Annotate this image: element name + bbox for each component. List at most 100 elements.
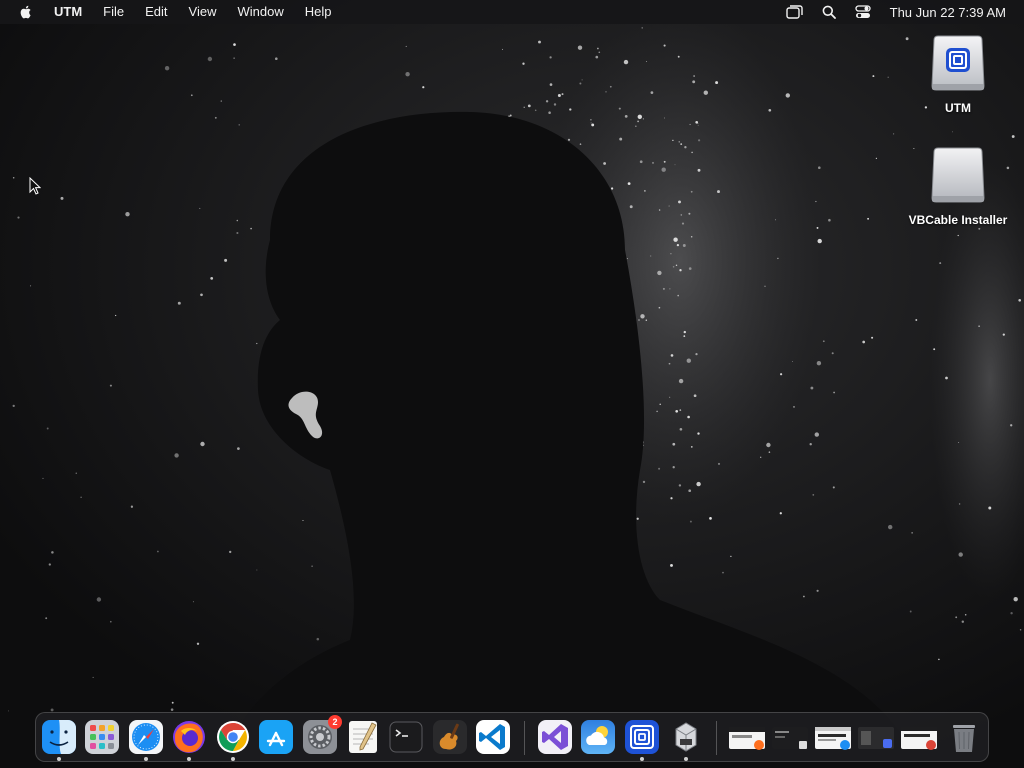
- weather-icon[interactable]: [580, 719, 616, 755]
- star: [579, 82, 582, 85]
- star: [640, 314, 645, 319]
- star: [619, 137, 623, 141]
- dock-separator: [716, 721, 717, 755]
- star: [646, 60, 648, 62]
- star: [200, 441, 205, 447]
- star: [229, 550, 232, 554]
- star: [1013, 597, 1018, 602]
- terminal-icon[interactable]: [388, 719, 424, 755]
- star: [872, 75, 875, 78]
- star: [670, 497, 673, 500]
- control-center-icon[interactable]: [854, 4, 872, 20]
- launchpad-icon[interactable]: [84, 719, 120, 755]
- star: [597, 47, 599, 50]
- star: [715, 81, 719, 85]
- garageband-icon[interactable]: [432, 719, 468, 755]
- installer-icon[interactable]: [668, 719, 704, 755]
- dock: 2: [35, 712, 989, 762]
- menu-file[interactable]: File: [103, 0, 124, 24]
- textedit-icon[interactable]: [345, 719, 381, 755]
- star: [812, 494, 815, 496]
- star: [663, 160, 666, 163]
- star: [668, 205, 670, 207]
- star: [689, 520, 692, 523]
- star: [875, 157, 878, 160]
- star: [627, 182, 631, 185]
- visual-studio-icon[interactable]: [537, 719, 573, 755]
- menu-bar-clock[interactable]: Thu Jun 22 7:39 AM: [890, 5, 1006, 20]
- star: [988, 506, 992, 510]
- star: [670, 252, 672, 255]
- star: [629, 205, 633, 209]
- star: [697, 124, 699, 126]
- star: [793, 406, 795, 408]
- utm-disk-icon: [931, 35, 985, 91]
- star: [938, 658, 940, 661]
- star: [109, 384, 112, 387]
- star: [676, 243, 680, 247]
- vscode-icon[interactable]: [475, 719, 511, 755]
- star: [553, 103, 557, 106]
- window-thumb-3[interactable]: [814, 719, 852, 755]
- search-icon[interactable]: [820, 4, 838, 20]
- window-stack-icon[interactable]: [786, 4, 804, 20]
- star: [766, 442, 771, 448]
- star: [675, 264, 678, 267]
- window-thumb-1[interactable]: [728, 719, 766, 755]
- star: [709, 517, 712, 520]
- system-settings-button[interactable]: 2: [302, 715, 342, 755]
- star: [581, 79, 583, 81]
- desktop-icon-vbcable-installer[interactable]: VBCable Installer: [903, 144, 1013, 227]
- trash-icon[interactable]: [946, 719, 982, 755]
- menu-edit[interactable]: Edit: [145, 0, 167, 24]
- menu-view[interactable]: View: [189, 0, 217, 24]
- menu-window[interactable]: Window: [237, 0, 283, 24]
- star: [679, 427, 683, 431]
- star: [658, 209, 661, 211]
- star: [1011, 135, 1015, 138]
- star: [775, 219, 777, 221]
- star: [51, 551, 54, 554]
- desktop-icon-label: VBCable Installer: [908, 213, 1008, 227]
- app-name-menu[interactable]: UTM: [54, 0, 82, 24]
- safari-icon[interactable]: [128, 719, 164, 755]
- star: [233, 43, 236, 46]
- star: [730, 555, 732, 558]
- star: [957, 234, 959, 237]
- window-thumb-4[interactable]: [857, 719, 895, 755]
- star: [50, 708, 54, 712]
- star: [687, 415, 690, 419]
- star: [199, 207, 201, 209]
- window-thumb-5[interactable]: [900, 719, 938, 755]
- star: [672, 266, 675, 268]
- utm-icon[interactable]: [624, 719, 660, 755]
- star: [130, 505, 134, 508]
- chrome-icon[interactable]: [215, 719, 251, 755]
- star: [190, 94, 193, 97]
- star: [978, 227, 981, 230]
- desktop-icon-utm[interactable]: UTM: [903, 32, 1013, 115]
- window-thumb-2[interactable]: [771, 719, 809, 755]
- star: [688, 267, 692, 270]
- apple-logo-icon[interactable]: [18, 4, 34, 20]
- star: [567, 138, 571, 141]
- app-store-icon[interactable]: [258, 719, 294, 755]
- firefox-icon[interactable]: [171, 719, 207, 755]
- star: [80, 496, 82, 498]
- star: [577, 45, 583, 50]
- star: [682, 244, 686, 247]
- star: [170, 708, 174, 711]
- star: [686, 358, 691, 363]
- star: [698, 139, 701, 142]
- star: [893, 133, 895, 135]
- finder-icon[interactable]: [41, 719, 77, 755]
- menu-help[interactable]: Help: [305, 0, 332, 24]
- star: [688, 489, 692, 493]
- star: [803, 595, 805, 598]
- star: [200, 293, 203, 297]
- star: [688, 212, 691, 215]
- star: [816, 226, 819, 229]
- star: [534, 109, 537, 112]
- star: [933, 348, 936, 351]
- star: [677, 55, 680, 58]
